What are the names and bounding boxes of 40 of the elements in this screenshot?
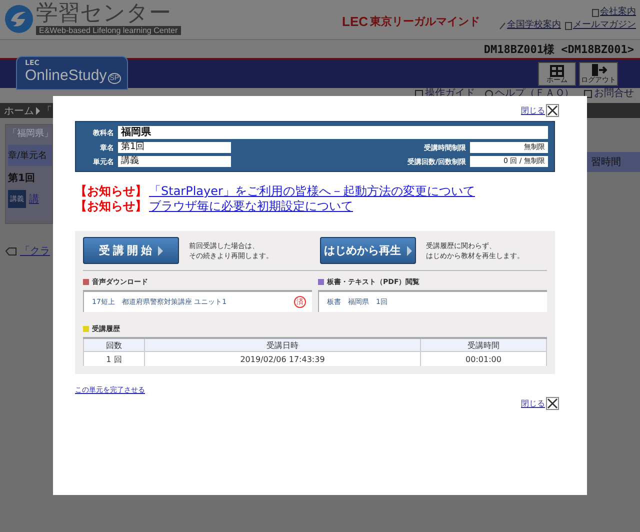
table-cell: 00:01:00 xyxy=(420,352,546,366)
document-icon xyxy=(565,22,572,30)
logo-title: 学習センター xyxy=(36,2,172,26)
brand-mark: LEC xyxy=(342,14,368,29)
class-link[interactable]: 「クラ xyxy=(20,244,50,258)
column-header: 受講日時 xyxy=(144,338,420,352)
table-cell: 1 回 xyxy=(84,352,144,366)
logo-e-icon xyxy=(4,4,34,34)
column-header: 章/単元名 xyxy=(8,145,52,166)
notice-tag: 【お知らせ】 xyxy=(75,184,147,199)
field-value: 講義 xyxy=(118,156,231,167)
header-link[interactable]: 会社案内 xyxy=(486,6,636,19)
row-title: 第1回 xyxy=(8,172,36,185)
close-icon xyxy=(546,397,559,410)
breadcrumb-link[interactable]: ホーム xyxy=(4,104,34,118)
user-id: DM18BZ001様 <DM18BZ001> xyxy=(484,42,634,56)
close-link[interactable]: 閉じる xyxy=(521,104,559,117)
close-icon xyxy=(546,104,559,117)
header-link[interactable]: 全国学校案内 xyxy=(499,19,561,32)
brand-name: 東京リーガルマインド xyxy=(370,14,480,29)
panel-title: 「福岡県」 xyxy=(8,128,52,140)
table-cell: 2019/02/06 17:43:39 xyxy=(144,352,420,366)
column-header: 習時間 xyxy=(587,152,640,172)
notice-link[interactable]: ブラウザ毎に必要な初期設定について xyxy=(149,199,353,214)
subject-value: 福岡県 xyxy=(118,126,548,139)
breadcrumb-text: 「 xyxy=(42,104,52,118)
field-value: 第1回 xyxy=(118,142,231,153)
column-header: 回数 xyxy=(84,338,144,352)
logo-subtitle: E&Web-based Lifelong learning Center xyxy=(36,26,181,35)
play-button[interactable]: はじめから再生 xyxy=(320,237,416,264)
close-link[interactable]: 閉じる xyxy=(521,397,559,410)
play-button[interactable]: 受 講 開 始 xyxy=(83,237,179,264)
notice-link[interactable]: 「StarPlayer」をご利用の皆様へ－起動方法の変更について xyxy=(149,184,475,199)
breadcrumb-arrow-icon xyxy=(36,106,40,114)
header-link[interactable]: メールマガジン xyxy=(565,19,636,32)
home-icon xyxy=(549,63,565,77)
column-header: 受講時間 xyxy=(420,338,546,352)
door-arrow-icon xyxy=(590,63,606,77)
tag-icon xyxy=(5,246,17,256)
notice-tag: 【お知らせ】 xyxy=(75,199,147,214)
